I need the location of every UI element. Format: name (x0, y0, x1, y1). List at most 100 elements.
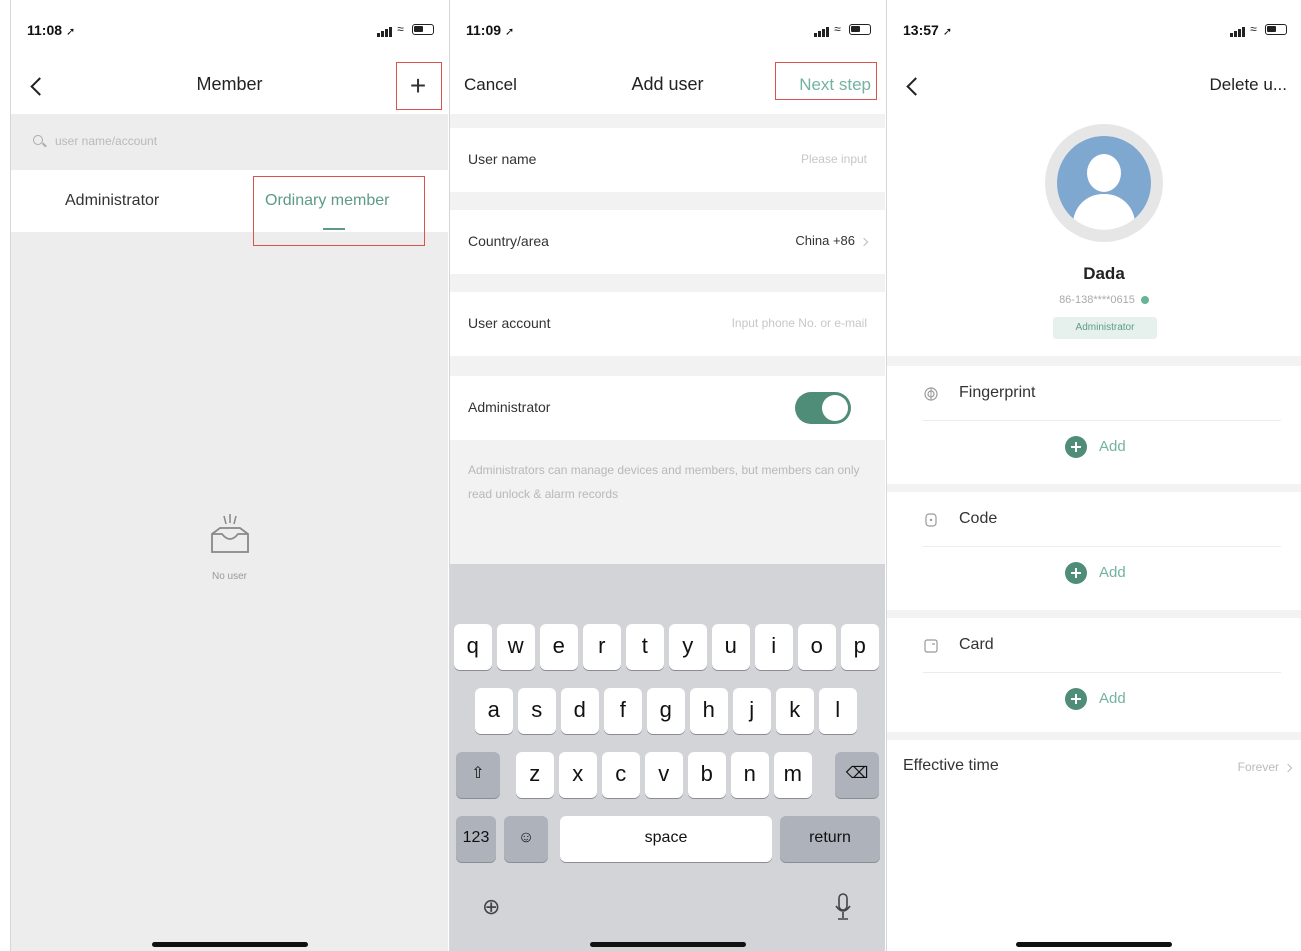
key-p[interactable]: p (841, 624, 879, 670)
add-circle-icon (1065, 688, 1087, 710)
return-key[interactable]: return (780, 816, 880, 862)
user-name-row[interactable]: User name Please input (450, 128, 885, 192)
key-t[interactable]: t (626, 624, 664, 670)
effective-time-value[interactable]: Forever (1238, 760, 1293, 774)
country-value[interactable]: China +86 (795, 233, 869, 248)
avatar[interactable] (1057, 136, 1151, 230)
section-separator (887, 356, 1301, 366)
location-arrow-icon: ➚ (66, 26, 76, 38)
key-v[interactable]: v (645, 752, 683, 798)
member-tabs: Administrator Ordinary member (11, 170, 448, 246)
member-screen: 11:08➚ ≈ Member + Administrator Ordinary… (10, 0, 448, 951)
battery-icon (1265, 24, 1287, 36)
status-bar: 11:08 ➚ ≈ (11, 0, 448, 64)
card-icon (923, 638, 939, 654)
nav-bar: Member + (11, 62, 448, 114)
role-badge: Administrator (1053, 317, 1157, 339)
key-d[interactable]: d (561, 688, 599, 734)
system-icons: ≈ (376, 22, 434, 37)
card-section: Card Add (887, 618, 1301, 736)
globe-icon[interactable]: ⊕ (482, 894, 500, 920)
status-time: 11:09 ➚ (466, 22, 515, 38)
highlight-box (253, 176, 425, 246)
status-time: 13:57 ➚ (903, 22, 953, 38)
add-label: Add (1099, 564, 1126, 581)
user-account-label: User account (468, 315, 551, 331)
space-key[interactable]: space (560, 816, 772, 862)
add-label: Add (1099, 438, 1126, 455)
search-icon (33, 135, 43, 145)
key-b[interactable]: b (688, 752, 726, 798)
tab-administrator[interactable]: Administrator (65, 192, 159, 210)
battery-icon (412, 24, 434, 36)
key-j[interactable]: j (733, 688, 771, 734)
back-icon[interactable] (901, 72, 925, 100)
key-u[interactable]: u (712, 624, 750, 670)
user-account-field[interactable]: Input phone No. or e-mail (732, 316, 867, 330)
user-account-row[interactable]: User account Input phone No. or e-mail (450, 292, 885, 356)
key-e[interactable]: e (540, 624, 578, 670)
edit-dot-icon[interactable] (1140, 296, 1149, 305)
key-c[interactable]: c (602, 752, 640, 798)
country-row[interactable]: Country/area China +86 (450, 210, 885, 274)
key-q[interactable]: q (454, 624, 492, 670)
chevron-right-icon (1283, 763, 1293, 773)
administrator-toggle[interactable] (795, 392, 851, 424)
user-account: 86-138****0615 (887, 294, 1301, 306)
emoji-key[interactable]: ☺ (504, 816, 548, 862)
key-z[interactable]: z (516, 752, 554, 798)
key-w[interactable]: w (497, 624, 535, 670)
home-indicator[interactable] (589, 942, 746, 947)
nav-bar: Cancel Add user Next step (450, 62, 885, 114)
home-indicator[interactable] (151, 942, 308, 947)
key-n[interactable]: n (731, 752, 769, 798)
search-bar[interactable] (19, 118, 440, 166)
fingerprint-section: Fingerprint Add (887, 366, 1301, 484)
empty-inbox-icon (210, 514, 249, 553)
user-name: Dada (1083, 264, 1125, 283)
key-k[interactable]: k (776, 688, 814, 734)
wifi-icon: ≈ (397, 22, 405, 36)
code-title: Code (959, 510, 998, 527)
fingerprint-icon (923, 386, 939, 402)
divider (923, 672, 1281, 673)
home-indicator[interactable] (1016, 942, 1172, 947)
code-section: Code Add (887, 492, 1301, 610)
search-input[interactable] (55, 130, 355, 152)
key-m[interactable]: m (774, 752, 812, 798)
system-icons: ≈ (813, 22, 871, 37)
key-x[interactable]: x (559, 752, 597, 798)
key-h[interactable]: h (690, 688, 728, 734)
add-circle-icon (1065, 436, 1087, 458)
key-i[interactable]: i (755, 624, 793, 670)
backspace-key[interactable]: ⌫ (835, 752, 879, 798)
fingerprint-title: Fingerprint (959, 384, 1036, 401)
avatar-head (1087, 154, 1121, 192)
delete-user-button[interactable]: Delete u... (1210, 75, 1288, 95)
numbers-key[interactable]: 123 (456, 816, 496, 862)
card-title: Card (959, 636, 994, 653)
system-icons: ≈ (1229, 22, 1287, 37)
add-user-screen: 11:09 ➚ ≈ Cancel Add user Next step User … (449, 0, 885, 951)
administrator-row: Administrator (450, 376, 885, 440)
empty-label: No user (211, 571, 247, 582)
key-r[interactable]: r (583, 624, 621, 670)
shift-key[interactable]: ⇧ (456, 752, 500, 798)
status-bar: 13:57 ➚ ≈ (887, 0, 1301, 64)
microphone-icon[interactable] (833, 892, 853, 922)
key-s[interactable]: s (518, 688, 556, 734)
status-bar: 11:09 ➚ ≈ (450, 0, 885, 64)
key-f[interactable]: f (604, 688, 642, 734)
key-a[interactable]: a (475, 688, 513, 734)
wifi-icon: ≈ (834, 22, 842, 36)
key-l[interactable]: l (819, 688, 857, 734)
user-name-field[interactable]: Please input (801, 152, 867, 166)
effective-time-label: Effective time (903, 757, 999, 774)
key-y[interactable]: y (669, 624, 707, 670)
location-arrow-icon: ➚ (942, 26, 953, 38)
user-name-label: User name (468, 151, 537, 167)
key-o[interactable]: o (798, 624, 836, 670)
key-g[interactable]: g (647, 688, 685, 734)
effective-time-row[interactable]: Effective time Forever (887, 740, 1301, 796)
highlight-box (396, 62, 442, 110)
